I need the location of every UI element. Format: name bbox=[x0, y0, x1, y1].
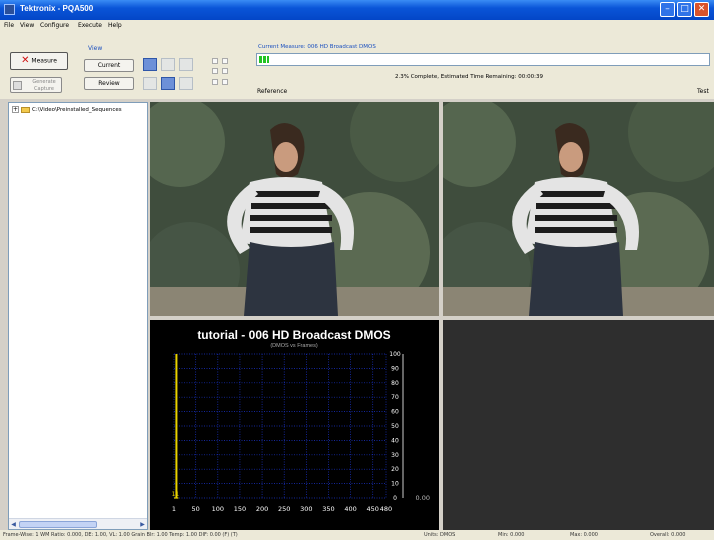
status-min: Min: 0.000 bbox=[498, 532, 525, 538]
current-label: Current bbox=[97, 62, 121, 69]
stop-x-icon: ✕ bbox=[21, 55, 30, 66]
y-tick-label: 10 bbox=[391, 481, 399, 488]
measure-button[interactable]: ✕ Measure bbox=[10, 52, 68, 70]
x-tick-label: 400 bbox=[344, 505, 356, 513]
current-frame-label: 11 bbox=[172, 491, 180, 498]
status-units: Units: DMOS bbox=[424, 532, 456, 538]
x-tick-label: 200 bbox=[256, 505, 268, 513]
y-tick-label: 70 bbox=[391, 394, 399, 401]
x-tick-label: 150 bbox=[234, 505, 246, 513]
reference-label: Reference bbox=[257, 88, 288, 95]
progress-status: 2.3% Complete, Estimated Time Remaining:… bbox=[395, 74, 543, 80]
status-overall: Overall: 0.000 bbox=[650, 532, 686, 538]
y-tick-label: 50 bbox=[391, 423, 399, 430]
current-value-label: 0.00 bbox=[416, 494, 430, 502]
menu-file[interactable]: File bbox=[4, 22, 14, 29]
menu-view[interactable]: View bbox=[20, 22, 34, 29]
window-title: Tektronix - PQA500 bbox=[20, 4, 94, 13]
option-check-3[interactable] bbox=[212, 68, 218, 74]
chart-subtitle: (DMOS vs Frames) bbox=[270, 343, 318, 349]
x-tick-label: 1 bbox=[172, 505, 176, 513]
split-layout-icon[interactable] bbox=[143, 77, 157, 90]
tree-root-label: C:\Video\Preinstalled_Sequences bbox=[32, 107, 122, 113]
y-tick-label: 60 bbox=[391, 409, 399, 416]
side-by-side-layout-icon[interactable] bbox=[161, 58, 175, 71]
overlay-layout-icon[interactable] bbox=[161, 77, 175, 90]
chart-title: tutorial - 006 HD Broadcast DMOS bbox=[197, 328, 390, 342]
runner-image bbox=[443, 102, 714, 316]
x-tick-label: 50 bbox=[192, 505, 200, 513]
x-tick-label: 300 bbox=[300, 505, 312, 513]
x-tick-label: 250 bbox=[278, 505, 290, 513]
sequence-tree[interactable]: + C:\Video\Preinstalled_Sequences ◀ ▶ bbox=[8, 102, 148, 530]
y-tick-label: 90 bbox=[391, 365, 399, 372]
reference-video-frame bbox=[150, 102, 439, 316]
quad-layout-icon[interactable] bbox=[143, 58, 157, 71]
horizontal-scrollbar[interactable]: ◀ ▶ bbox=[9, 518, 147, 529]
close-button[interactable]: ✕ bbox=[694, 2, 709, 17]
current-measure-title: Current Measure: 006 HD Broadcast DMOS bbox=[258, 44, 376, 50]
status-bar: Frame-Wise: 1 WM Ratio: 0.000, DE: 1.00,… bbox=[0, 530, 714, 540]
runner-image bbox=[150, 102, 439, 316]
test-label: Test bbox=[697, 88, 709, 95]
option-check-1[interactable] bbox=[212, 58, 218, 64]
view-label: View bbox=[88, 45, 103, 52]
test-video-frame bbox=[443, 102, 714, 316]
maximize-button[interactable]: □ bbox=[677, 2, 692, 17]
folder-icon bbox=[21, 106, 30, 113]
y-tick-label: 20 bbox=[391, 466, 399, 473]
scroll-left-icon[interactable]: ◀ bbox=[9, 520, 18, 529]
single-layout-icon[interactable] bbox=[179, 58, 193, 71]
menu-help[interactable]: Help bbox=[108, 22, 122, 29]
review-button[interactable]: Review bbox=[84, 77, 134, 90]
status-frame-info: Frame-Wise: 1 WM Ratio: 0.000, DE: 1.00,… bbox=[3, 532, 238, 538]
y-tick-label: 0 bbox=[393, 495, 397, 502]
option-check-4[interactable] bbox=[222, 68, 228, 74]
option-check-6[interactable] bbox=[222, 79, 228, 85]
y-tick-label: 80 bbox=[391, 380, 399, 387]
tree-root-row[interactable]: + C:\Video\Preinstalled_Sequences bbox=[12, 106, 122, 115]
toolbar: ✕ Measure Generate Capture View Current … bbox=[0, 31, 714, 99]
stack-layout-icon[interactable] bbox=[179, 77, 193, 90]
test-result-panel bbox=[443, 320, 714, 530]
capture-icon bbox=[13, 81, 22, 90]
expand-icon[interactable]: + bbox=[12, 106, 19, 113]
app-icon bbox=[4, 4, 15, 15]
x-tick-label: 450 bbox=[367, 505, 379, 513]
y-tick-label: 40 bbox=[391, 437, 399, 444]
scrollbar-thumb[interactable] bbox=[19, 521, 97, 528]
measure-label: Measure bbox=[31, 57, 57, 65]
option-check-2[interactable] bbox=[222, 58, 228, 64]
minimize-button[interactable]: – bbox=[660, 2, 675, 17]
status-max: Max: 0.000 bbox=[570, 532, 598, 538]
dmos-chart-panel: tutorial - 006 HD Broadcast DMOS (DMOS v… bbox=[150, 320, 439, 530]
menu-execute[interactable]: Execute bbox=[78, 22, 102, 29]
generate-capture-label: Generate Capture bbox=[32, 79, 56, 92]
menu-configure[interactable]: Configure bbox=[40, 22, 69, 29]
title-bar: Tektronix - PQA500 – □ ✕ bbox=[0, 0, 714, 20]
menu-bar: File View Configure Execute Help bbox=[0, 20, 714, 31]
option-check-5[interactable] bbox=[212, 79, 218, 85]
scroll-right-icon[interactable]: ▶ bbox=[138, 520, 147, 529]
current-button[interactable]: Current bbox=[84, 59, 134, 72]
y-tick-label: 100 bbox=[389, 351, 401, 358]
progress-fill bbox=[259, 56, 270, 63]
review-label: Review bbox=[98, 80, 120, 87]
progress-bar bbox=[256, 53, 710, 66]
dmos-chart: tutorial - 006 HD Broadcast DMOS (DMOS v… bbox=[172, 328, 430, 513]
y-tick-label: 30 bbox=[391, 452, 399, 459]
x-tick-label: 480 bbox=[380, 505, 392, 513]
generate-capture-button[interactable]: Generate Capture bbox=[10, 77, 62, 93]
x-tick-label: 350 bbox=[322, 505, 334, 513]
x-tick-label: 100 bbox=[212, 505, 224, 513]
